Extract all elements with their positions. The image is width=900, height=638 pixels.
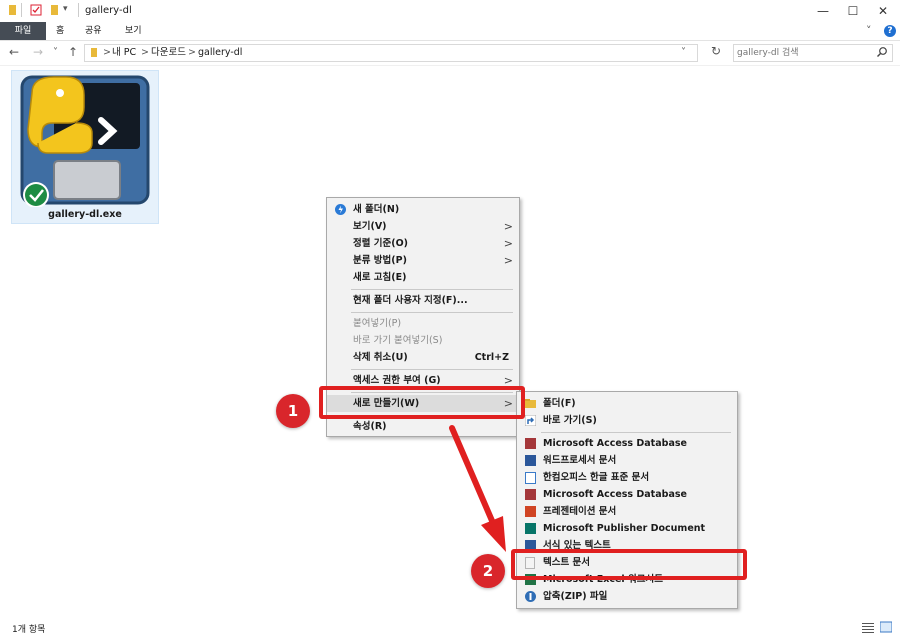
arrow-annotation xyxy=(449,425,506,552)
details-view-icon[interactable] xyxy=(862,622,874,636)
large-icons-view-icon[interactable] xyxy=(879,621,893,636)
status-bar: 1개 항목 xyxy=(0,618,900,638)
item-count: 1개 항목 xyxy=(12,625,46,635)
